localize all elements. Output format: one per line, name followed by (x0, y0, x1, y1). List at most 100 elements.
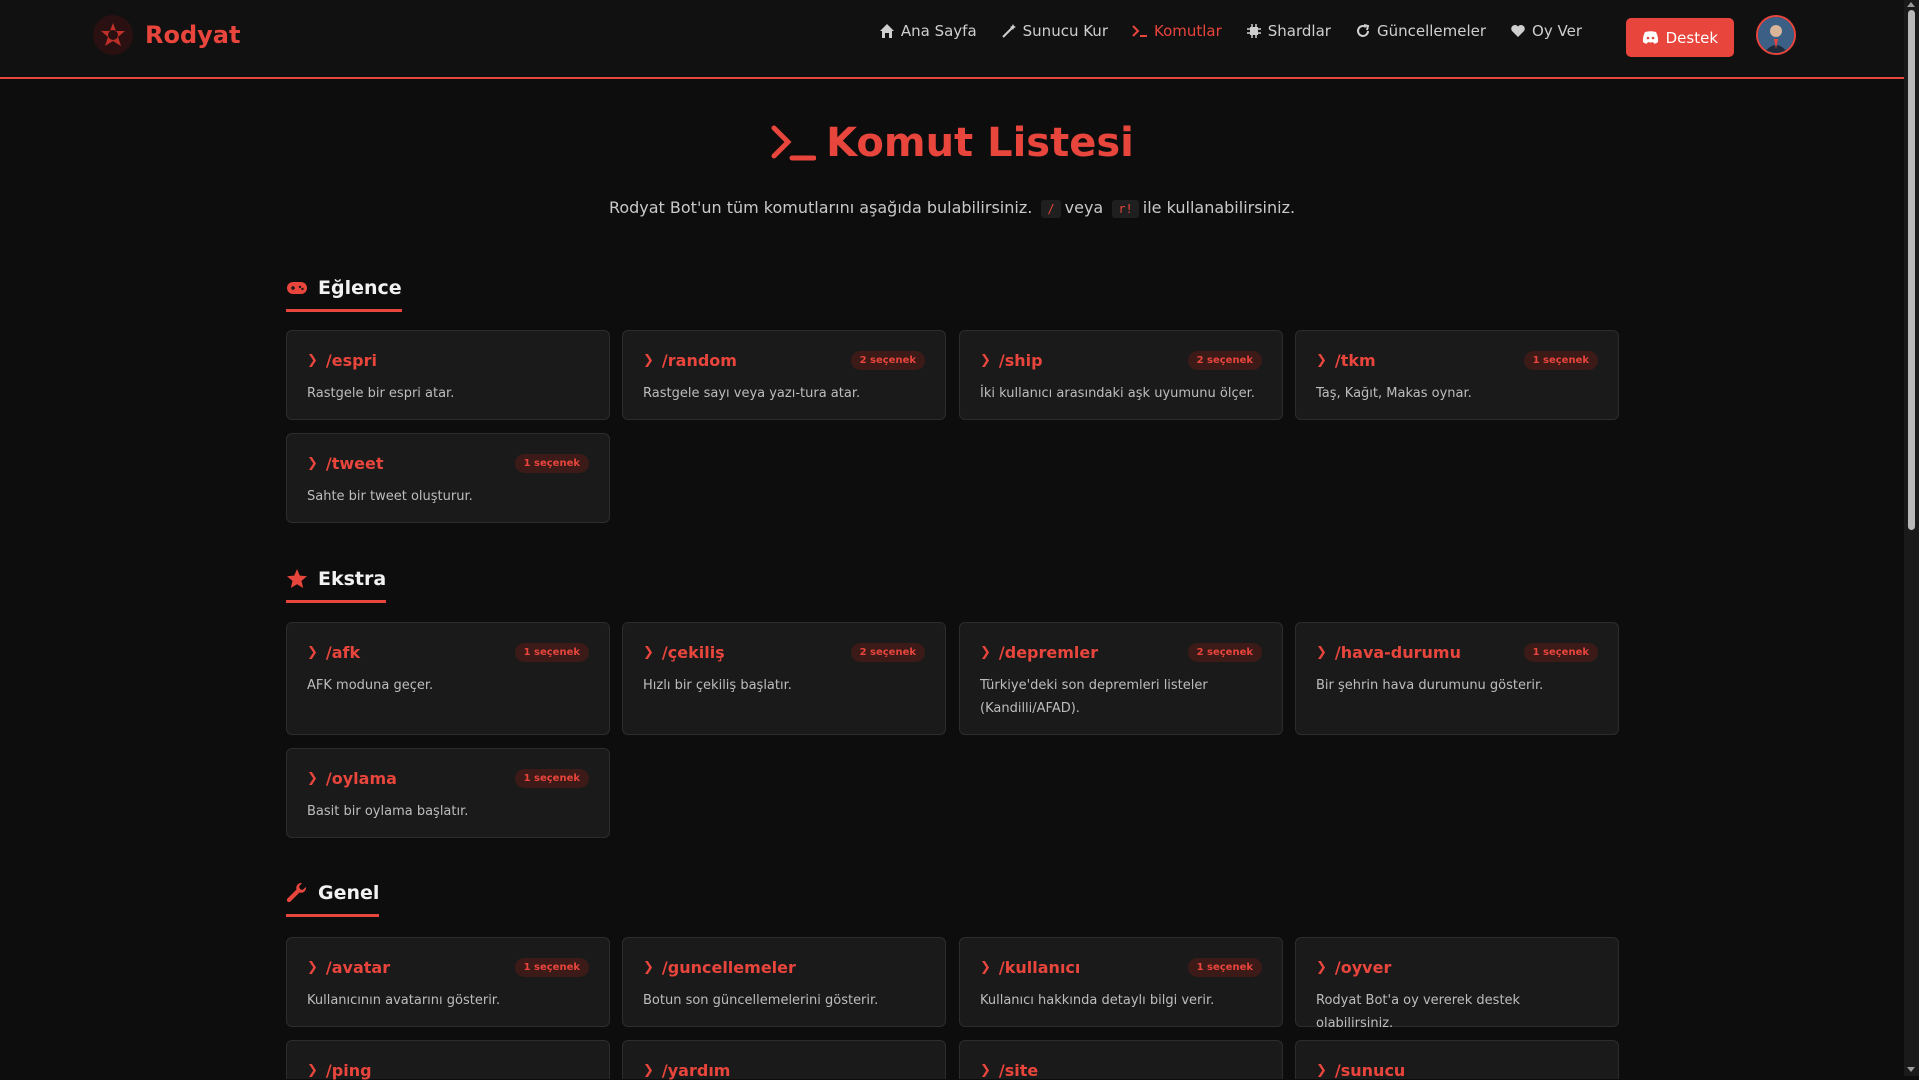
command-card[interactable]: ❯/yardım (622, 1040, 946, 1080)
section-heading-genel: Genel (286, 882, 380, 917)
command-card[interactable]: ❯/sunucu (1295, 1040, 1619, 1080)
navbar: Rodyat Ana Sayfa Sunucu Kur Komutlar Sha… (0, 0, 1904, 79)
command-name: /random (661, 351, 737, 370)
gamepad-icon (287, 282, 307, 294)
nav-item-label: Güncellemeler (1376, 22, 1487, 40)
command-name: /espri (325, 351, 377, 370)
command-card[interactable]: ❯ /guncellemeler Botun son güncellemeleri… (622, 937, 946, 1027)
option-count-badge: 1 seçenek (1523, 643, 1598, 662)
refresh-icon (1356, 24, 1370, 37)
scrollbar-thumb[interactable] (1908, 10, 1915, 530)
command-name: /çekiliş (661, 643, 725, 662)
chevron-right-icon: ❯ (643, 960, 654, 975)
command-name: /hava-durumu (1334, 643, 1461, 662)
command-description: Rodyat Bot'a oy vererek destek olabilirs… (1316, 993, 1521, 1031)
discord-icon (1642, 31, 1658, 44)
section-heading-ekstra: Ekstra (286, 568, 387, 603)
option-count-badge: 1 seçenek (1523, 351, 1598, 370)
command-description: Kullanıcının avatarını gösterir. (307, 993, 501, 1008)
command-description: Kullanıcı hakkında detaylı bilgi verir. (980, 993, 1215, 1008)
command-name: /ping (325, 1061, 372, 1080)
command-card[interactable]: ❯ /avatar 1 seçenek Kullanıcının avatarını… (286, 937, 610, 1027)
command-card[interactable]: ❯ /espri Rastgele bir espri atar. (286, 330, 610, 420)
option-count-badge: 1 seçenek (514, 643, 589, 662)
command-name: /tkm (1334, 351, 1376, 370)
terminal-icon (771, 125, 817, 161)
command-card[interactable]: ❯ /afk 1 seçenek AFK moduna geçer. (286, 622, 610, 735)
command-description: Türkiye'deki son depremleri listeler (Ka… (980, 678, 1208, 716)
brand[interactable]: Rodyat (93, 15, 240, 55)
command-card[interactable]: ❯ /random 2 seçenek Rastgele sayı veya yaz… (622, 330, 946, 420)
chevron-right-icon: ❯ (1316, 353, 1327, 368)
subtitle-text: Rodyat Bot'un tüm komutlarını aşağıda bu… (608, 198, 1033, 217)
command-name: /ship (998, 351, 1043, 370)
chip-icon (1246, 24, 1261, 38)
section-title: Genel (318, 882, 380, 904)
brand-name: Rodyat (145, 21, 241, 49)
support-button[interactable]: Destek (1625, 18, 1734, 57)
nav-item-label: Shardlar (1267, 22, 1331, 40)
option-count-badge: 2 seçenek (850, 643, 925, 662)
command-description: Bir şehrin hava durumunu gösterir. (1316, 678, 1544, 693)
chevron-right-icon: ❯ (980, 353, 991, 368)
chevron-right-icon: ❯ (307, 771, 318, 786)
command-description: AFK moduna geçer. (307, 678, 434, 693)
nav-item-oy-ver[interactable]: Oy Ver (1510, 22, 1582, 40)
page-title-text: Komut Listesi (826, 120, 1134, 166)
option-count-badge: 1 seçenek (514, 958, 589, 977)
section-title: Ekstra (318, 568, 387, 590)
chevron-right-icon: ❯ (1316, 645, 1327, 660)
command-description: İki kullanıcı arasındaki aşk uyumunu ölç… (980, 386, 1255, 401)
command-card[interactable]: ❯ /tkm 1 seçenek Taş, Kağıt, Makas oynar. (1295, 330, 1619, 420)
command-description: Rastgele bir espri atar. (307, 386, 455, 401)
chevron-right-icon: ❯ (307, 960, 318, 975)
command-card[interactable]: ❯ /oylama 1 seçenek Basit bir oylama başla… (286, 748, 610, 838)
support-button-label: Destek (1665, 28, 1718, 47)
command-card[interactable]: ❯/ping (286, 1040, 610, 1080)
command-name: /guncellemeler (661, 958, 796, 977)
command-card[interactable]: ❯ /hava-durumu 1 seçenek Bir şehrin hava d… (1295, 622, 1619, 735)
nav-item-sunucu-kur[interactable]: Sunucu Kur (1001, 22, 1108, 40)
heart-icon (1511, 25, 1525, 37)
option-count-badge: 2 seçenek (850, 351, 925, 370)
command-name: /avatar (325, 958, 391, 977)
option-count-badge: 1 seçenek (514, 769, 589, 788)
chevron-right-icon: ❯ (643, 645, 654, 660)
command-description: Botun son güncellemelerini gösterir. (643, 993, 879, 1008)
avatar[interactable] (1756, 15, 1796, 55)
scroll-up-icon[interactable] (1907, 2, 1915, 7)
command-card[interactable]: ❯ /ship 2 seçenek İki kullanıcı arasındaki… (959, 330, 1283, 420)
command-card[interactable]: ❯ /oyver Rodyat Bot'a oy vererek destek o… (1295, 937, 1619, 1031)
command-description: Taş, Kağıt, Makas oynar. (1316, 386, 1472, 401)
chevron-right-icon: ❯ (307, 645, 318, 660)
nav-item-shardlar[interactable]: Shardlar (1246, 22, 1331, 40)
slash-code: / (1041, 200, 1061, 218)
section-heading-eglence: Eğlence (286, 277, 402, 312)
nav-item-komutlar[interactable]: Komutlar (1132, 22, 1222, 40)
terminal-icon (1132, 25, 1147, 37)
command-card[interactable]: ❯ /depremler 2 seçenek Türkiye'deki son de… (959, 622, 1283, 735)
chevron-right-icon: ❯ (980, 960, 991, 975)
scroll-down-icon[interactable] (1907, 1067, 1915, 1072)
nav-item-guncellemeler[interactable]: Güncellemeler (1355, 22, 1486, 40)
brand-logo-icon (93, 15, 133, 55)
command-name: /oyver (1334, 958, 1392, 977)
page-scrollbar[interactable] (1904, 0, 1919, 1076)
command-name: /depremler (998, 643, 1099, 662)
page-title: Komut Listesi (0, 120, 1904, 166)
command-name: /oylama (325, 769, 397, 788)
command-name: /site (998, 1061, 1039, 1080)
page-subtitle: Rodyat Bot'un tüm komutlarını aşağıda bu… (0, 198, 1904, 218)
command-name: /afk (325, 643, 361, 662)
command-name: /tweet (325, 454, 384, 473)
nav-item-label: Ana Sayfa (900, 22, 977, 40)
command-card[interactable]: ❯ /tweet 1 seçenek Sahte bir tweet oluştur… (286, 433, 610, 523)
nav-item-ana-sayfa[interactable]: Ana Sayfa (879, 22, 977, 40)
option-count-badge: 2 seçenek (1187, 351, 1262, 370)
home-icon (879, 24, 894, 38)
command-card[interactable]: ❯ /çekiliş 2 seçenek Hızlı bir çekiliş baş… (622, 622, 946, 735)
command-card[interactable]: ❯ /kullanıcı 1 seçenek Kullanıcı hakkında … (959, 937, 1283, 1027)
command-card[interactable]: ❯/site (959, 1040, 1283, 1080)
subtitle-text: ile kullanabilirsiniz. (1142, 198, 1296, 217)
command-description: Hızlı bir çekiliş başlatır. (643, 678, 792, 693)
